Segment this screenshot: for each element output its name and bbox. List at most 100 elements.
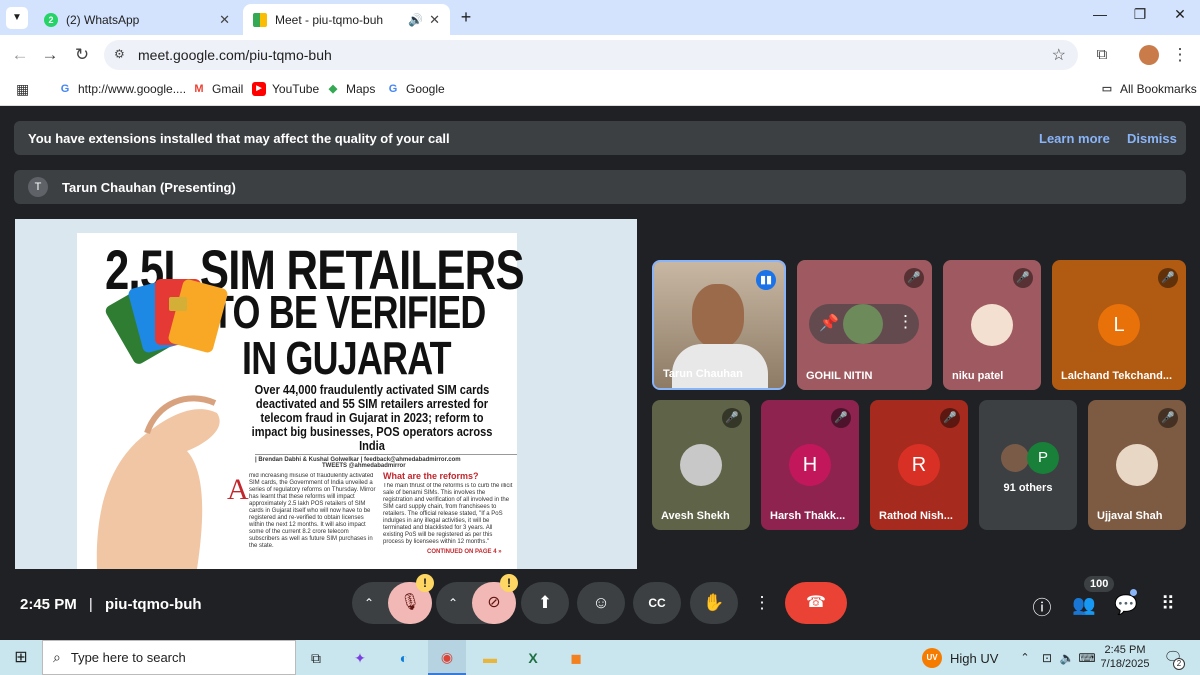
pin-icon[interactable]: 📌 bbox=[819, 313, 839, 333]
participant-tile[interactable]: 📌 ⋮ 🎤 GOHIL NITIN bbox=[797, 260, 932, 390]
meeting-info: 2:45 PM | piu-tqmo-buh bbox=[20, 596, 202, 613]
presenter-bar: T Tarun Chauhan (Presenting) bbox=[14, 170, 1186, 204]
bookmark-gmail[interactable]: M Gmail bbox=[192, 82, 243, 96]
bookmark-google[interactable]: G Google bbox=[386, 82, 445, 96]
participant-avatar: L bbox=[1098, 304, 1140, 346]
speaker-icon[interactable]: 🔊 bbox=[408, 13, 423, 27]
article-body-right: The main thrust of the reforms is to cur… bbox=[383, 483, 513, 545]
extensions-icon[interactable]: ⧉ bbox=[1090, 43, 1114, 67]
others-tile[interactable]: P 91 others bbox=[979, 400, 1077, 530]
mic-off-icon: 🎤 bbox=[831, 408, 851, 428]
bookmark-maps[interactable]: ◆ Maps bbox=[326, 82, 376, 96]
subheadline: Over 44,000 fraudulently activated SIM c… bbox=[251, 382, 493, 453]
chevron-up-icon: ⌃ bbox=[364, 596, 375, 610]
bookmark-star-icon[interactable]: ☆ bbox=[1052, 45, 1066, 65]
folder-icon: ▭ bbox=[1101, 83, 1113, 95]
language-icon[interactable]: ⌨ bbox=[1074, 645, 1100, 671]
continued-note: CONTINUED ON PAGE 4 » bbox=[427, 549, 502, 555]
minimize-button[interactable]: — bbox=[1085, 6, 1115, 22]
participant-tile[interactable]: 🎤 Avesh Shekh bbox=[652, 400, 750, 530]
bookmark-label: http://www.google.... bbox=[78, 82, 187, 96]
google-icon: G bbox=[60, 83, 70, 95]
participant-tile[interactable]: H 🎤 Harsh Thakk... bbox=[761, 400, 859, 530]
google-meet-icon bbox=[253, 12, 267, 27]
tab-search-button[interactable]: ▼ bbox=[6, 7, 28, 29]
participant-tile[interactable]: 🎤 niku patel bbox=[943, 260, 1041, 390]
browser-tab-strip: ▼ 2 (2) WhatsApp ✕ Meet - piu-tqmo-buh 🔊… bbox=[0, 0, 1200, 35]
chrome-icon[interactable]: ◉ bbox=[428, 640, 466, 675]
dismiss-button[interactable]: Dismiss bbox=[1127, 131, 1177, 146]
more-options-icon[interactable]: ⋮ bbox=[897, 312, 914, 332]
maps-icon: ◆ bbox=[328, 83, 338, 95]
all-bookmarks[interactable]: ▭ All Bookmarks bbox=[1100, 82, 1197, 96]
mic-off-icon: 🎤 bbox=[904, 268, 924, 288]
windows-taskbar: ⊞ ⌕ Type here to search ⧉ ✦ ◐ ◉ ▬ X ◼ UV… bbox=[0, 640, 1200, 675]
search-placeholder: Type here to search bbox=[70, 650, 186, 665]
windows-start-icon[interactable]: ⊞ bbox=[8, 645, 34, 671]
meeting-time: 2:45 PM bbox=[20, 596, 77, 613]
meeting-code: piu-tqmo-buh bbox=[104, 596, 202, 613]
banner-message: You have extensions installed that may a… bbox=[28, 130, 450, 146]
taskbar-search-box[interactable]: ⌕ Type here to search bbox=[42, 640, 296, 675]
raise-hand-button[interactable]: ✋ bbox=[690, 582, 738, 624]
browser-toolbar: ← → ↻ ⚙ meet.google.com/piu-tqmo-buh ☆ ⧉… bbox=[0, 35, 1200, 75]
task-view-icon[interactable]: ⧉ bbox=[303, 645, 329, 671]
presenter-label: Tarun Chauhan (Presenting) bbox=[62, 179, 236, 195]
clock-date: 7/18/2025 bbox=[1100, 658, 1150, 670]
close-icon[interactable]: ✕ bbox=[429, 12, 440, 28]
more-options-button[interactable]: ⋮ bbox=[746, 582, 778, 624]
participant-tile[interactable]: ▮▮ Tarun Chauhan bbox=[652, 260, 786, 390]
reload-button[interactable]: ↻ bbox=[70, 43, 94, 67]
mic-off-icon: 🎤 bbox=[1158, 408, 1178, 428]
participant-tile[interactable]: 🎤 Ujjaval Shah bbox=[1088, 400, 1186, 530]
participant-face bbox=[692, 284, 744, 348]
file-explorer-icon[interactable]: ▬ bbox=[477, 645, 503, 671]
participant-photo bbox=[680, 444, 722, 486]
meeting-details-icon[interactable]: ⓘ bbox=[1029, 593, 1055, 620]
tab-whatsapp[interactable]: 2 (2) WhatsApp ✕ bbox=[34, 4, 240, 35]
app-icon[interactable]: ◼ bbox=[563, 645, 589, 671]
leave-call-button[interactable]: ☎ bbox=[785, 582, 847, 624]
url-text: meet.google.com/piu-tqmo-buh bbox=[138, 47, 332, 63]
apps-grid-icon[interactable]: ▦ bbox=[16, 81, 29, 98]
speaking-indicator-icon: ▮▮ bbox=[756, 270, 776, 290]
emoji-reaction-button[interactable]: ☺ bbox=[577, 582, 625, 624]
chat-icon[interactable]: 💬 bbox=[1113, 593, 1139, 617]
bookmark-label: Gmail bbox=[212, 82, 244, 96]
bookmark-label: YouTube bbox=[272, 82, 320, 96]
address-bar[interactable]: ⚙ meet.google.com/piu-tqmo-buh ☆ bbox=[104, 40, 1078, 70]
tab-meet[interactable]: Meet - piu-tqmo-buh 🔊 ✕ bbox=[243, 4, 450, 35]
restore-button[interactable]: ❐ bbox=[1125, 6, 1155, 23]
forward-button[interactable]: → bbox=[38, 43, 62, 67]
captions-button[interactable]: CC bbox=[633, 582, 681, 624]
others-count: 91 others bbox=[1003, 482, 1053, 494]
participant-tile[interactable]: R 🎤 Rathod Nish... bbox=[870, 400, 968, 530]
learn-more-link[interactable]: Learn more bbox=[1039, 131, 1110, 146]
copilot-icon[interactable]: ✦ bbox=[347, 645, 373, 671]
bookmarks-bar: ▦ G http://www.google.... M Gmail ▶ YouT… bbox=[0, 75, 1200, 106]
weather-widget[interactable]: UV High UV bbox=[922, 648, 998, 668]
profile-avatar[interactable] bbox=[1139, 45, 1159, 65]
chevron-up-icon: ⌃ bbox=[448, 596, 459, 610]
close-icon[interactable]: ✕ bbox=[219, 12, 230, 28]
video-options-button[interactable]: ⌃ ⊘ ! bbox=[436, 574, 518, 624]
participant-name: Rathod Nish... bbox=[879, 510, 953, 522]
bookmark-youtube[interactable]: ▶ YouTube bbox=[252, 82, 319, 96]
excel-icon[interactable]: X bbox=[520, 645, 546, 671]
present-screen-button[interactable]: ⬆ bbox=[521, 582, 569, 624]
participant-tile[interactable]: L 🎤 Lalchand Tekchand... bbox=[1052, 260, 1186, 390]
chat-notification-dot bbox=[1130, 589, 1137, 596]
clock[interactable]: 2:45 PM 7/18/2025 bbox=[1100, 643, 1150, 671]
back-button[interactable]: ← bbox=[8, 43, 32, 67]
edge-icon[interactable]: ◐ bbox=[391, 645, 417, 671]
activities-grid-icon[interactable]: ⠿ bbox=[1155, 593, 1181, 616]
site-info-icon[interactable]: ⚙ bbox=[114, 47, 125, 61]
new-tab-button[interactable]: + bbox=[456, 7, 476, 27]
people-icon[interactable]: 👥 bbox=[1071, 593, 1097, 617]
bookmark-google-link[interactable]: G http://www.google.... bbox=[58, 82, 186, 96]
tab-label: (2) WhatsApp bbox=[66, 12, 140, 27]
close-window-button[interactable]: ✕ bbox=[1165, 6, 1195, 23]
audio-options-button[interactable]: ⌃ 🎙 ! bbox=[352, 574, 434, 624]
menu-icon[interactable]: ⋮ bbox=[1168, 43, 1192, 67]
youtube-icon: ▶ bbox=[252, 82, 266, 96]
